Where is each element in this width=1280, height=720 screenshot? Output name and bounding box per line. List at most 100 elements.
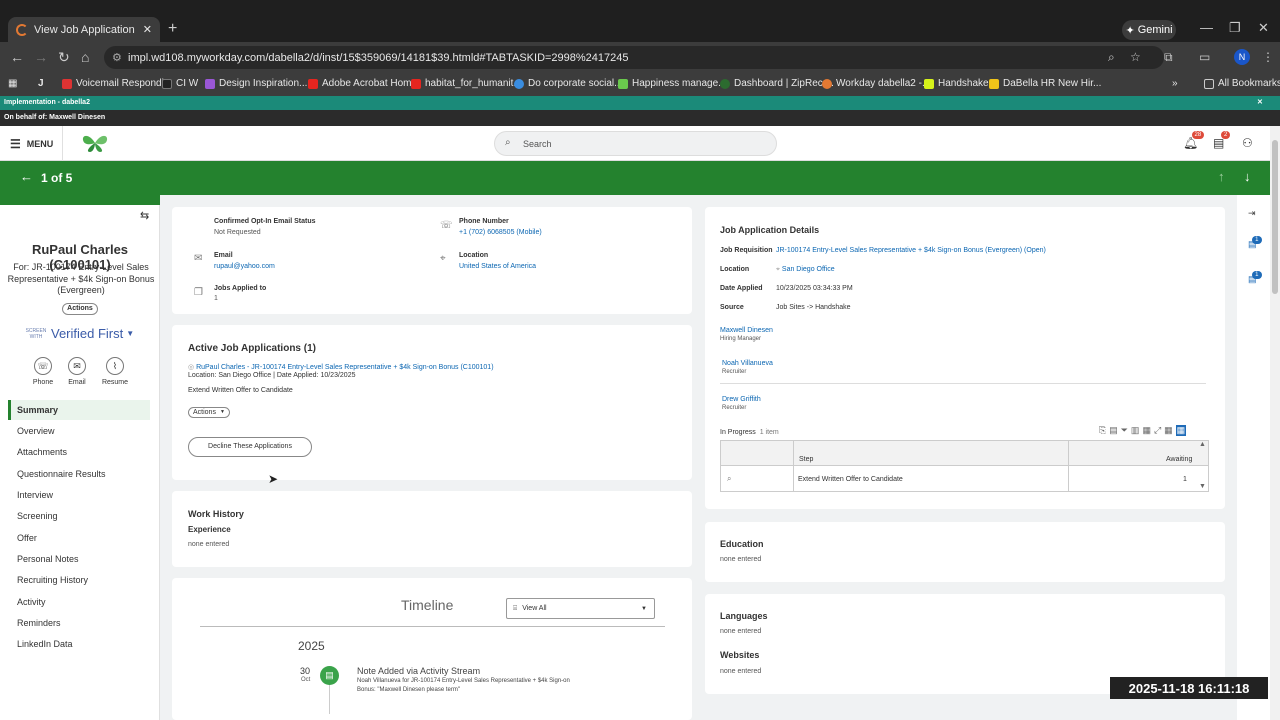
bookmark-item[interactable]: Workday dabella2 -... bbox=[822, 78, 930, 89]
side-panel-icon[interactable]: ▭ bbox=[1199, 50, 1210, 64]
new-tab-button[interactable]: + bbox=[168, 20, 177, 38]
bookmark-favicon bbox=[514, 78, 524, 89]
export-excel-icon[interactable]: ⎘ bbox=[1099, 425, 1106, 436]
bookmark-item[interactable]: Adobe Acrobat Home bbox=[308, 78, 417, 89]
previous-record-icon[interactable]: ↑ bbox=[1218, 169, 1225, 184]
back-arrow-icon[interactable]: ← bbox=[20, 169, 33, 184]
nav-item-overview[interactable]: Overview bbox=[17, 426, 55, 436]
extensions-icon[interactable]: ⧉ bbox=[1164, 50, 1173, 65]
verified-first-widget[interactable]: SCREEN WITH Verified First ▼ bbox=[24, 326, 135, 341]
sparkle-icon: ✦ bbox=[1125, 24, 1135, 37]
filter-icon: ⌸ bbox=[513, 604, 518, 612]
tab-title: View Job Application - RuPaul C bbox=[34, 23, 137, 36]
profile-avatar[interactable]: N bbox=[1234, 49, 1250, 65]
more-bookmarks-icon[interactable]: » bbox=[1172, 78, 1178, 89]
profile-icon[interactable]: ⚇ bbox=[1242, 136, 1253, 150]
scroll-up-icon[interactable]: ▲ bbox=[1199, 441, 1206, 448]
chart-icon[interactable]: ▥ bbox=[1131, 425, 1140, 436]
collapse-panel-icon[interactable]: ⇆ bbox=[140, 209, 149, 222]
fullscreen-icon[interactable]: ⤢ bbox=[1154, 425, 1161, 436]
candidate-actions-button[interactable]: Actions bbox=[62, 303, 98, 315]
details-location-link[interactable]: San Diego Office bbox=[782, 266, 835, 273]
bookmark-item[interactable]: Do corporate social... bbox=[514, 78, 623, 89]
forward-icon[interactable]: → bbox=[34, 49, 48, 65]
application-link[interactable]: RuPaul Charles - JR-100174 Entry-Level S… bbox=[196, 364, 493, 371]
bookmark-item[interactable]: Happiness manage... bbox=[618, 78, 727, 89]
columns-icon[interactable]: ▦ bbox=[1142, 425, 1151, 436]
resume-quick-action[interactable]: ⌇ Resume bbox=[95, 357, 135, 386]
decline-applications-button[interactable]: Decline These Applications bbox=[188, 437, 312, 457]
close-window-icon[interactable]: ✕ bbox=[1258, 20, 1269, 36]
nav-item-attachments[interactable]: Attachments bbox=[17, 447, 67, 457]
reload-icon[interactable]: ↻ bbox=[58, 49, 70, 66]
search-input[interactable]: Search bbox=[494, 131, 777, 156]
location-link[interactable]: United States of America bbox=[459, 263, 536, 270]
bookmark-item[interactable]: DaBella HR New Hir... bbox=[989, 78, 1101, 89]
j-bookmark-icon[interactable]: J bbox=[38, 78, 44, 89]
bookmark-item[interactable]: Dashboard | ZipRecr... bbox=[720, 78, 834, 89]
nav-item-activity[interactable]: Activity bbox=[17, 597, 46, 607]
nav-item-reminders[interactable]: Reminders bbox=[17, 618, 61, 628]
application-step: Extend Written Offer to Candidate bbox=[188, 387, 293, 394]
table-view-icon[interactable]: ▦ bbox=[1164, 425, 1173, 436]
browser-menu-icon[interactable]: ⋮ bbox=[1262, 50, 1274, 64]
grid-view-icon[interactable]: ▦ bbox=[1175, 425, 1187, 436]
email-icon: ✉ bbox=[194, 253, 203, 264]
home-icon[interactable]: ⌂ bbox=[81, 49, 89, 65]
email-link[interactable]: rupaul@yahoo.com bbox=[214, 263, 275, 270]
magnifier-icon[interactable]: ⌕ bbox=[727, 474, 731, 484]
requisition-link[interactable]: JR-100174 Entry-Level Sales Representati… bbox=[776, 247, 1046, 254]
bookmark-item[interactable]: Voicemail Respondi... bbox=[62, 78, 172, 89]
close-banner-icon[interactable]: ✕ bbox=[1257, 96, 1263, 110]
recruiter-link[interactable]: Drew Griffith bbox=[722, 396, 761, 403]
close-tab-icon[interactable]: ✕ bbox=[143, 23, 152, 36]
menu-button[interactable]: ☰ MENU bbox=[10, 137, 53, 151]
bookmark-item[interactable]: Handshake bbox=[924, 78, 989, 89]
back-icon[interactable]: ← bbox=[10, 49, 24, 65]
nav-item-linkedin-data[interactable]: LinkedIn Data bbox=[17, 639, 73, 649]
zoom-icon[interactable]: ⌕ bbox=[1108, 50, 1115, 65]
status-dot-icon: ◎ bbox=[188, 364, 195, 371]
export-pdf-icon[interactable]: ▤ bbox=[1109, 425, 1118, 436]
bookmark-favicon bbox=[822, 78, 832, 89]
notes-icon[interactable]: ▤ 1 bbox=[1248, 236, 1262, 250]
recruiter-link[interactable]: Noah Villanueva bbox=[722, 360, 773, 367]
email-quick-action[interactable]: ✉ Email bbox=[57, 357, 97, 386]
scrollbar-thumb[interactable] bbox=[1272, 140, 1278, 294]
bookmark-item[interactable]: Design Inspiration... bbox=[205, 78, 307, 89]
attachments-icon[interactable]: ▤ 1 bbox=[1248, 271, 1262, 285]
nav-item-recruiting-history[interactable]: Recruiting History bbox=[17, 575, 88, 585]
application-actions-button[interactable]: Actions ▼ bbox=[188, 407, 230, 418]
address-bar[interactable]: impl.wd108.myworkday.com/dabella2/d/inst… bbox=[104, 46, 1164, 69]
filter-icon[interactable]: ⏷ bbox=[1121, 425, 1128, 436]
bookmark-favicon bbox=[720, 78, 730, 89]
nav-item-interview[interactable]: Interview bbox=[17, 490, 53, 500]
nav-item-summary[interactable]: Summary bbox=[17, 405, 58, 415]
next-record-icon[interactable]: ↓ bbox=[1244, 169, 1251, 184]
bookmark-star-icon[interactable]: ☆ bbox=[1130, 50, 1141, 64]
scroll-down-icon[interactable]: ▼ bbox=[1199, 483, 1206, 490]
source-label: Source bbox=[720, 304, 744, 311]
nav-item-screening[interactable]: Screening bbox=[17, 511, 58, 521]
butterfly-logo-icon[interactable] bbox=[80, 132, 110, 154]
nav-item-questionnaire-results[interactable]: Questionnaire Results bbox=[17, 469, 106, 479]
nav-item-offer[interactable]: Offer bbox=[17, 533, 37, 543]
phone-link[interactable]: +1 (702) 6068505 (Mobile) bbox=[459, 229, 542, 236]
timeline-filter-select[interactable]: ⌸ View All ▼ bbox=[506, 598, 655, 619]
browser-tab[interactable]: View Job Application - RuPaul C ✕ bbox=[8, 17, 160, 42]
hiring-manager-link[interactable]: Maxwell Dinesen bbox=[720, 327, 773, 334]
bookmark-item[interactable]: CI W bbox=[162, 78, 198, 89]
site-info-icon[interactable]: ⚙ bbox=[112, 51, 122, 64]
minimize-icon[interactable]: — bbox=[1200, 20, 1213, 35]
inbox-icon[interactable]: ▤ 2 bbox=[1213, 131, 1231, 150]
bookmark-item[interactable]: habitat_for_humanit... bbox=[411, 78, 522, 89]
maximize-icon[interactable]: ❐ bbox=[1229, 20, 1241, 36]
expand-rail-icon[interactable]: ⇥ bbox=[1248, 208, 1256, 219]
all-bookmarks[interactable]: All Bookmarks bbox=[1204, 78, 1280, 89]
nav-item-personal-notes[interactable]: Personal Notes bbox=[17, 554, 79, 564]
grid-column-step[interactable]: Step bbox=[799, 456, 813, 463]
notifications-icon[interactable]: 🔔︎ 28 bbox=[1183, 131, 1205, 150]
grid-column-awaiting[interactable]: Awaiting bbox=[1166, 456, 1192, 463]
apps-icon[interactable]: ▦ bbox=[8, 78, 17, 89]
gemini-button[interactable]: ✦ Gemini bbox=[1122, 20, 1176, 40]
